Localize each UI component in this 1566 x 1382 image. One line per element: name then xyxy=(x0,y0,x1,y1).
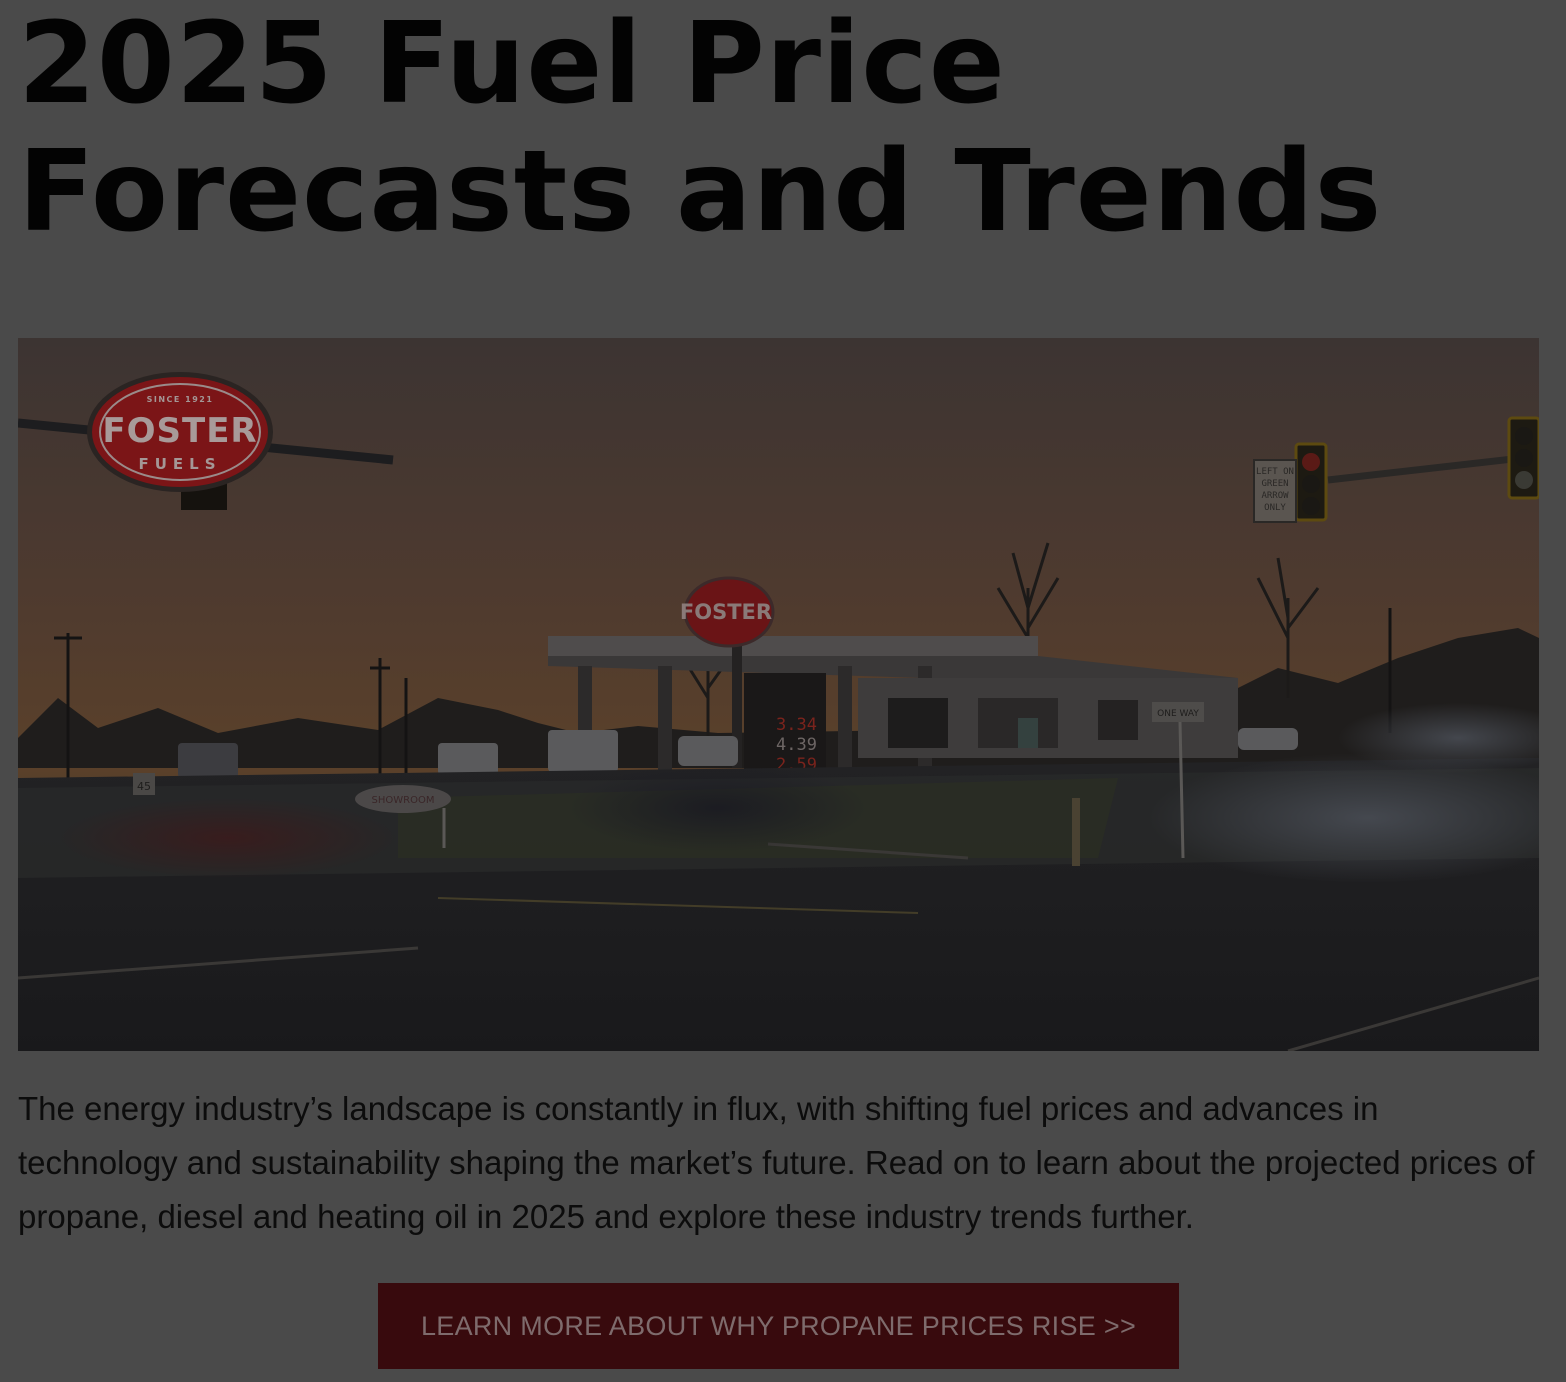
logo-since: SINCE 1921 xyxy=(147,395,214,404)
price-line-1: 3.34 xyxy=(776,715,817,735)
signal-sign-line1: LEFT ON xyxy=(1256,467,1294,477)
price-line-2: 4.39 xyxy=(776,735,817,755)
page-title: 2025 Fuel Price Forecasts and Trends xyxy=(18,0,1383,257)
hero-image: LEFT ON GREEN ARROW ONLY 3.34 4.39 2.59 xyxy=(18,338,1539,1051)
one-way-sign: ONE WAY xyxy=(1157,709,1199,719)
speed-limit-sign: 45 xyxy=(137,780,151,793)
showroom-sign: SHOWROOM xyxy=(372,795,435,806)
station-sign: FOSTER xyxy=(680,600,772,624)
foster-fuels-logo: SINCE 1921 FOSTER FUELS xyxy=(87,372,273,492)
signal-sign-line2: GREEN xyxy=(1261,479,1288,489)
signal-sign-line3: ARROW xyxy=(1261,491,1289,501)
signal-sign-line4: ONLY xyxy=(1264,503,1286,513)
logo-sub: FUELS xyxy=(138,455,221,473)
learn-more-button[interactable]: LEARN MORE ABOUT WHY PROPANE PRICES RISE… xyxy=(378,1283,1179,1369)
logo-name: FOSTER xyxy=(102,411,257,451)
intro-paragraph: The energy industry’s landscape is const… xyxy=(18,1090,1535,1235)
